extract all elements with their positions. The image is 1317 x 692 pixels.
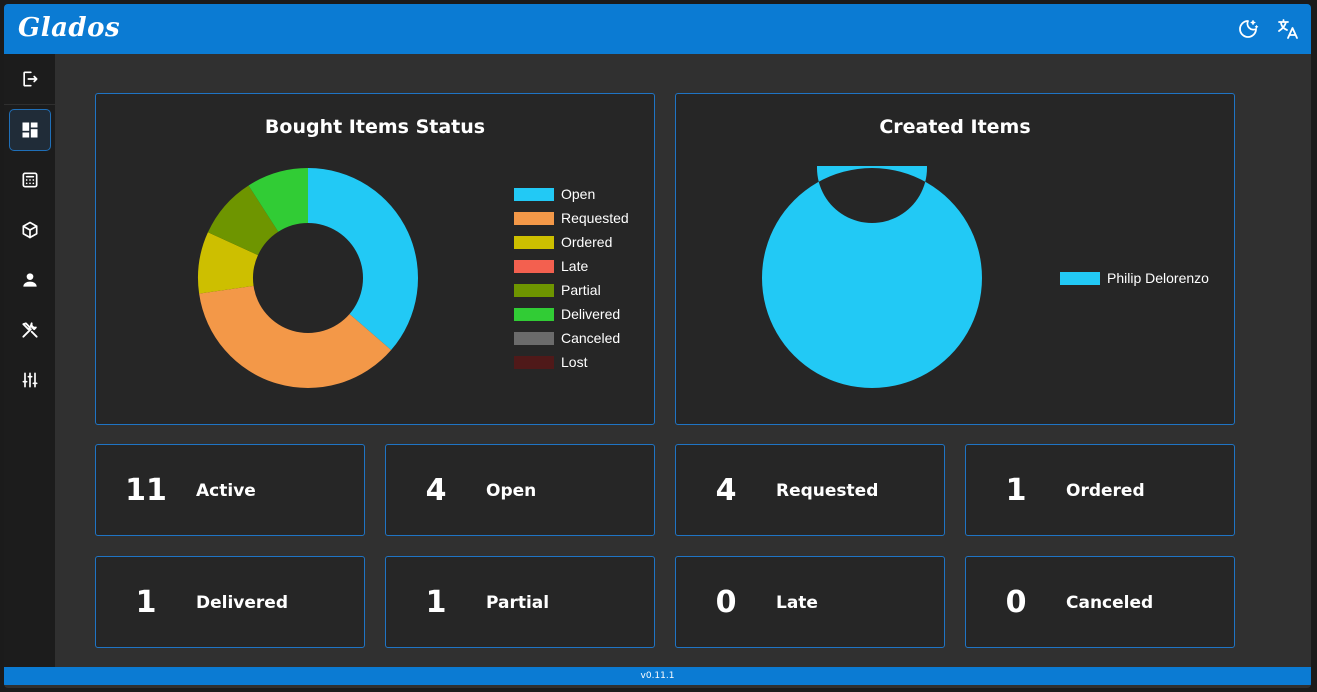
legend-label: Partial	[561, 282, 601, 298]
sidebar-item-logout[interactable]	[9, 58, 51, 100]
stat-label: Partial	[486, 593, 550, 613]
legend-item-canceled[interactable]: Canceled	[514, 326, 629, 350]
stat-label: Delivered	[196, 593, 288, 613]
legend-label: Canceled	[561, 330, 621, 346]
chart-legend: Philip Delorenzo	[1060, 266, 1209, 290]
legend-swatch	[1060, 271, 1100, 285]
legend-item-lost[interactable]: Lost	[514, 350, 629, 374]
sidebar-item-users[interactable]	[9, 259, 51, 301]
legend-swatch	[514, 307, 554, 321]
stat-card-open[interactable]: 4 Open	[385, 444, 655, 536]
sidebar-divider	[4, 104, 55, 105]
legend-swatch	[514, 355, 554, 369]
stat-card-partial[interactable]: 1 Partial	[385, 556, 655, 648]
sidebar-item-dashboard[interactable]	[9, 109, 51, 151]
sidebar-item-settings[interactable]	[9, 359, 51, 401]
sidebar	[4, 54, 55, 667]
stat-card-canceled[interactable]: 0 Canceled	[965, 556, 1235, 648]
legend-item-ordered[interactable]: Ordered	[514, 230, 629, 254]
legend-item-partial[interactable]: Partial	[514, 278, 629, 302]
package-icon	[22, 221, 38, 239]
sidebar-item-calculator[interactable]	[9, 159, 51, 201]
legend-swatch	[514, 283, 554, 297]
theme-toggle-icon[interactable]	[1236, 17, 1260, 41]
legend-swatch	[514, 187, 554, 201]
stat-value: 4	[425, 473, 447, 508]
legend-label: Ordered	[561, 234, 613, 250]
sidebar-item-items[interactable]	[9, 209, 51, 251]
logout-icon	[23, 71, 38, 87]
slice-philip-delorenzo[interactable]	[761, 166, 982, 388]
chart-legend: Open Requested Ordered Late Partial Delivered…	[514, 182, 629, 374]
stat-card-delivered[interactable]: 1 Delivered	[95, 556, 365, 648]
donut-chart-bought-items	[198, 168, 418, 388]
stat-label: Canceled	[1066, 593, 1154, 613]
stat-label: Ordered	[1066, 481, 1145, 501]
translate-icon[interactable]	[1276, 17, 1300, 41]
sliders-icon	[22, 372, 38, 388]
donut-chart-created-items	[761, 166, 982, 388]
sidebar-item-tools[interactable]	[9, 309, 51, 351]
legend-label: Open	[561, 186, 596, 202]
stat-value: 0	[715, 585, 737, 620]
legend-swatch	[514, 235, 554, 249]
legend-label: Lost	[561, 354, 588, 370]
slice-open[interactable]	[308, 168, 418, 351]
legend-label: Requested	[561, 210, 629, 226]
stat-value: 0	[1005, 585, 1027, 620]
stat-card-ordered[interactable]: 1 Ordered	[965, 444, 1235, 536]
stat-label: Active	[196, 481, 256, 501]
legend-item-delivered[interactable]: Delivered	[514, 302, 629, 326]
legend-item-requested[interactable]: Requested	[514, 206, 629, 230]
legend-swatch	[514, 259, 554, 273]
stat-value: 1	[1005, 473, 1027, 508]
stat-value: 11	[125, 473, 167, 508]
user-icon	[23, 273, 37, 287]
chart-title: Created Items	[879, 116, 1031, 138]
stat-value: 4	[715, 473, 737, 508]
chart-card-created-items: Created Items Philip Delorenzo	[675, 93, 1235, 425]
stat-value: 1	[425, 585, 447, 620]
stat-value: 1	[135, 585, 157, 620]
legend-swatch	[514, 211, 554, 225]
top-bar: Glados	[4, 4, 1311, 54]
stat-label: Requested	[776, 481, 879, 501]
dashboard-icon	[22, 122, 38, 138]
stat-card-active[interactable]: 11 Active	[95, 444, 365, 536]
calculator-icon	[22, 172, 38, 188]
legend-swatch	[514, 331, 554, 345]
stat-card-late[interactable]: 0 Late	[675, 556, 945, 648]
dashboard-main: Bought Items Status Open Requested Ordered…	[55, 54, 1311, 667]
legend-label: Philip Delorenzo	[1107, 270, 1209, 286]
app-window: Glados Bought Items Status Open Requeste…	[4, 4, 1311, 688]
chart-card-bought-items: Bought Items Status Open Requested Ordered…	[95, 93, 655, 425]
tools-icon	[22, 322, 38, 338]
legend-item-open[interactable]: Open	[514, 182, 629, 206]
legend-item-philip-delorenzo[interactable]: Philip Delorenzo	[1060, 266, 1209, 290]
stat-label: Open	[486, 481, 537, 501]
stat-label: Late	[776, 593, 818, 613]
version-footer: v0.11.1	[4, 667, 1311, 685]
legend-item-late[interactable]: Late	[514, 254, 629, 278]
stat-card-requested[interactable]: 4 Requested	[675, 444, 945, 536]
chart-title: Bought Items Status	[264, 116, 486, 138]
legend-label: Delivered	[561, 306, 621, 322]
legend-label: Late	[561, 258, 589, 274]
brand-logo[interactable]: Glados	[18, 13, 120, 43]
